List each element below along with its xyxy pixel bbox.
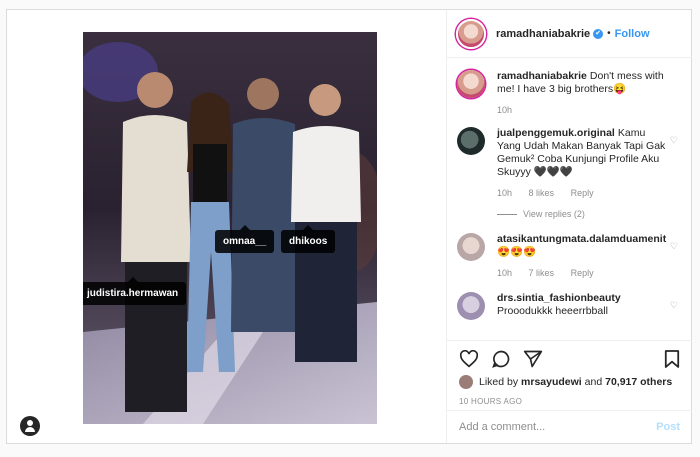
view-replies-button[interactable]: View replies (2)	[497, 208, 667, 221]
post-header: ramadhaniabakrie ✔ • Follow	[447, 10, 692, 58]
verified-badge-icon: ✔	[593, 28, 604, 39]
comment-like-heart-icon[interactable]: ♡	[670, 300, 678, 311]
likes-prefix: Liked by	[479, 376, 519, 388]
comment-meta: 10h 7 likes Reply	[497, 267, 667, 280]
comment-likes[interactable]: 8 likes	[529, 188, 555, 198]
comments-list[interactable]: ramadhaniabakrie Don't mess with me! I ha…	[447, 58, 692, 340]
media-panel: judistira.hermawan omnaa__ dhikoos	[7, 10, 447, 443]
user-tag-judistira[interactable]: judistira.hermawan	[83, 277, 187, 305]
share-icon[interactable]	[523, 349, 543, 369]
details-panel: ramadhaniabakrie ✔ • Follow ramadhaniaba…	[447, 10, 692, 443]
reply-button[interactable]: Reply	[571, 188, 594, 198]
comment-input[interactable]	[459, 421, 657, 433]
post-actions: Liked by mrsayudewi and 70,917 others 10…	[447, 340, 692, 410]
separator-dot: •	[607, 28, 611, 39]
comment-icon[interactable]	[491, 349, 511, 369]
add-comment-bar: Post	[447, 410, 692, 443]
photo-illustration	[83, 32, 377, 424]
post-comment-button[interactable]: Post	[656, 421, 680, 433]
comment-text: Prooodukkk heeerrbball	[497, 305, 608, 317]
liker-avatar[interactable]	[459, 375, 473, 389]
liker-username[interactable]: mrsayudewi	[521, 376, 582, 388]
user-tag-dhikoos[interactable]: dhikoos	[281, 225, 336, 253]
post-timestamp[interactable]: 10 HOURS AGO	[459, 397, 680, 406]
author-username[interactable]: ramadhaniabakrie	[496, 28, 590, 40]
bookmark-icon[interactable]	[664, 349, 680, 369]
comment-like-heart-icon[interactable]: ♡	[670, 135, 678, 146]
comment-like-heart-icon[interactable]: ♡	[670, 241, 678, 252]
heart-icon[interactable]	[459, 350, 479, 368]
comment-meta: 10h 8 likes Reply	[497, 187, 667, 200]
post-photo[interactable]: judistira.hermawan omnaa__ dhikoos	[83, 32, 377, 424]
user-tag-omnaa[interactable]: omnaa__	[215, 225, 275, 253]
comment-body: atasikantungmata.dalamduamenit 😍😍😍 10h 7…	[497, 233, 667, 280]
comment-body: drs.sintia_fashionbeauty Prooodukkk heee…	[497, 292, 667, 320]
likes-summary: Liked by mrsayudewi and 70,917 others	[459, 375, 680, 389]
comment-item: jualpenggemuk.original Kamu Yang Udah Mak…	[457, 127, 682, 221]
reply-button[interactable]: Reply	[571, 268, 594, 278]
caption: ramadhaniabakrie Don't mess with me! I ha…	[457, 70, 682, 117]
comment-body: jualpenggemuk.original Kamu Yang Udah Mak…	[497, 127, 667, 221]
caption-time[interactable]: 10h	[497, 105, 512, 115]
comment-avatar[interactable]	[457, 292, 485, 320]
caption-username[interactable]: ramadhaniabakrie	[497, 70, 587, 82]
post-modal: judistira.hermawan omnaa__ dhikoos ramad…	[6, 9, 692, 444]
view-replies-label: View replies (2)	[523, 209, 585, 219]
comment-time[interactable]: 10h	[497, 188, 512, 198]
caption-avatar[interactable]	[457, 70, 485, 98]
comment-text: 😍😍😍	[497, 246, 537, 258]
comment-avatar[interactable]	[457, 233, 485, 261]
comment-username[interactable]: drs.sintia_fashionbeauty	[497, 292, 621, 304]
caption-body: ramadhaniabakrie Don't mess with me! I ha…	[497, 70, 667, 117]
comment-username[interactable]: atasikantungmata.dalamduamenit	[497, 233, 666, 245]
likes-count[interactable]: 70,917 others	[605, 376, 672, 388]
likes-middle: and	[584, 376, 603, 388]
action-icons	[459, 349, 680, 369]
comment-item: drs.sintia_fashionbeauty Prooodukkk heee…	[457, 292, 682, 320]
comment-time[interactable]: 10h	[497, 268, 512, 278]
comment-item: atasikantungmata.dalamduamenit 😍😍😍 10h 7…	[457, 233, 682, 280]
user-tags-icon[interactable]	[20, 416, 40, 436]
author-avatar[interactable]	[456, 18, 486, 49]
comment-avatar[interactable]	[457, 127, 485, 155]
caption-meta: 10h	[497, 104, 667, 117]
comment-likes[interactable]: 7 likes	[529, 268, 555, 278]
follow-button[interactable]: Follow	[615, 28, 650, 40]
comment-username[interactable]: jualpenggemuk.original	[497, 127, 615, 139]
